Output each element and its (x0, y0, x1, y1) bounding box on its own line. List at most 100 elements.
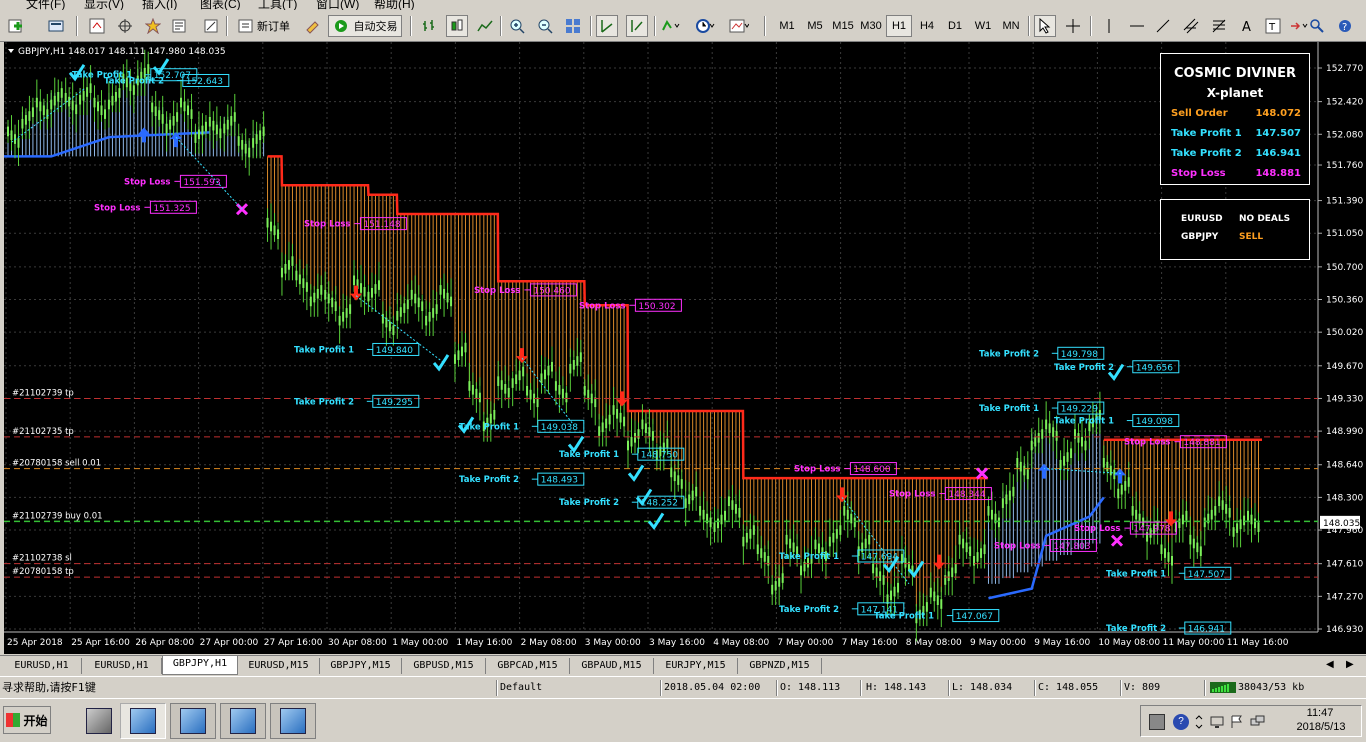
menu-item-1[interactable]: 显示(V) (84, 0, 124, 10)
timeframe-m15-button[interactable]: M15 (830, 15, 856, 37)
vertical-line-icon[interactable] (1098, 15, 1120, 37)
annotation-value: 150.302 (638, 302, 675, 312)
candlestick-icon[interactable] (446, 15, 468, 37)
timeframe-d1-button[interactable]: D1 (942, 15, 968, 37)
network-icon[interactable] (1249, 714, 1265, 730)
timeframe-h4-button[interactable]: H4 (914, 15, 940, 37)
chart-shift-icon[interactable] (626, 15, 648, 37)
channel-icon[interactable] (1180, 15, 1202, 37)
price-candle-body (717, 518, 720, 529)
quicklaunch-computer-icon[interactable] (76, 703, 122, 739)
terminal-icon[interactable] (168, 15, 190, 37)
price-candle-body (478, 392, 481, 403)
tray-expand-icon[interactable] (1195, 714, 1203, 730)
annotation-label: Stop Loss (124, 177, 170, 187)
chart-tab[interactable]: EURUSD,M15 (238, 658, 320, 674)
clock-time[interactable]: 11:47 (1290, 707, 1350, 719)
chart-tab[interactable]: GBPJPY,H1 (162, 656, 238, 675)
favorites-icon[interactable] (142, 15, 164, 37)
price-candle-body (897, 582, 900, 593)
menu-item-4[interactable]: 工具(T) (258, 0, 297, 10)
profiles-icon[interactable] (46, 15, 68, 37)
fibonacci-icon[interactable] (1208, 15, 1230, 37)
tab-scroll-right-icon[interactable]: ▶ (1346, 659, 1354, 670)
timeframe-m1-button[interactable]: M1 (774, 15, 800, 37)
price-axis-label: 152.770 (1326, 64, 1363, 74)
price-candle-body (464, 342, 467, 353)
take-profit-check-icon (627, 464, 645, 482)
chart-tab[interactable]: GBPNZD,M15 (738, 658, 822, 674)
price-candle-body (677, 475, 680, 485)
help-icon[interactable]: ? (1173, 714, 1189, 730)
price-candle-body (1192, 538, 1195, 549)
chart-tab[interactable]: EURUSD,H1 (2, 658, 82, 674)
price-candle-body (1178, 518, 1181, 529)
market-watch-icon[interactable] (86, 15, 108, 37)
new-chart-icon[interactable] (6, 15, 28, 37)
clock-date[interactable]: 2018/5/13 (1286, 721, 1356, 733)
price-candle-body (93, 97, 96, 108)
tester-icon[interactable] (200, 15, 222, 37)
taskbar-app-4[interactable] (270, 703, 316, 739)
timeframe-mn-button[interactable]: MN (998, 15, 1024, 37)
timeframe-h1-button[interactable]: H1 (886, 15, 912, 37)
cursor-icon[interactable] (1034, 15, 1056, 37)
menu-item-3[interactable]: 图表(C) (200, 0, 241, 10)
crosshair-icon[interactable] (1062, 15, 1084, 37)
periods-icon[interactable] (694, 15, 716, 37)
taskbar-app-1[interactable] (120, 703, 166, 739)
taskbar-app-3[interactable] (220, 703, 266, 739)
meta-editor-icon[interactable] (302, 15, 324, 37)
text-tool-icon[interactable]: T (1262, 15, 1284, 37)
autoscroll-icon[interactable] (596, 15, 618, 37)
help-icon[interactable]: ? (1334, 15, 1356, 37)
chart-tab[interactable]: EURJPY,M15 (654, 658, 738, 674)
tab-scroll-left-icon[interactable]: ◀ (1326, 659, 1334, 670)
price-candle-body (435, 304, 438, 314)
horizontal-line-icon[interactable] (1126, 15, 1148, 37)
price-candle-body (864, 538, 867, 549)
monitor-icon[interactable] (1209, 714, 1225, 730)
status-volume: V: 809 (1124, 682, 1161, 693)
time-axis-label: 11 May 00:00 (1163, 638, 1225, 648)
timeframe-m5-button[interactable]: M5 (802, 15, 828, 37)
keyboard-icon[interactable] (1149, 714, 1165, 730)
price-chart[interactable]: 152.770 152.420 152.080 151.760 151.390 151.0… (4, 42, 1366, 654)
bar-chart-icon[interactable] (418, 15, 440, 37)
chart-tab[interactable]: GBPJPY,M15 (320, 658, 402, 674)
line-chart-icon[interactable] (474, 15, 496, 37)
price-candle-body (1131, 506, 1134, 516)
price-candle-body (60, 88, 63, 98)
menu-item-6[interactable]: 帮助(H) (374, 0, 415, 10)
chart-tab[interactable]: GBPCAD,M15 (486, 658, 570, 674)
annotation-label: Stop Loss (889, 490, 935, 500)
menu-item-0[interactable]: 文件(F) (26, 0, 65, 10)
zoom-in-icon[interactable] (506, 15, 528, 37)
timeframe-m30-button[interactable]: M30 (858, 15, 884, 37)
price-candle-body (526, 385, 529, 396)
text-label-icon[interactable]: A (1236, 15, 1258, 37)
price-candle-body (936, 595, 939, 605)
chart-tab[interactable]: EURUSD,H1 (82, 658, 162, 674)
templates-icon[interactable] (728, 15, 750, 37)
menu-item-2[interactable]: 插入(I) (142, 0, 177, 10)
timeframe-w1-button[interactable]: W1 (970, 15, 996, 37)
trendline-icon[interactable] (1152, 15, 1174, 37)
price-candle-body (50, 99, 53, 110)
chart-tab[interactable]: GBPUSD,M15 (402, 658, 486, 674)
price-candle-body (925, 602, 928, 612)
tile-windows-icon[interactable] (562, 15, 584, 37)
menu-item-5[interactable]: 窗口(W) (316, 0, 359, 10)
zoom-out-icon[interactable] (534, 15, 556, 37)
chart-tab[interactable]: GBPAUD,M15 (570, 658, 654, 674)
search-icon[interactable] (1306, 15, 1328, 37)
new-order-button[interactable]: 新订单 (234, 15, 294, 37)
taskbar-app-2[interactable] (170, 703, 216, 739)
panel-subtitle: X-planet (1206, 86, 1264, 100)
crosshair-navigator-icon[interactable] (114, 15, 136, 37)
start-button[interactable]: 开始 (3, 706, 51, 734)
auto-trading-button[interactable]: 自动交易 (328, 15, 402, 37)
price-candle-body (151, 102, 154, 113)
flag-icon[interactable] (1229, 714, 1245, 730)
indicators-icon[interactable] (660, 15, 682, 37)
